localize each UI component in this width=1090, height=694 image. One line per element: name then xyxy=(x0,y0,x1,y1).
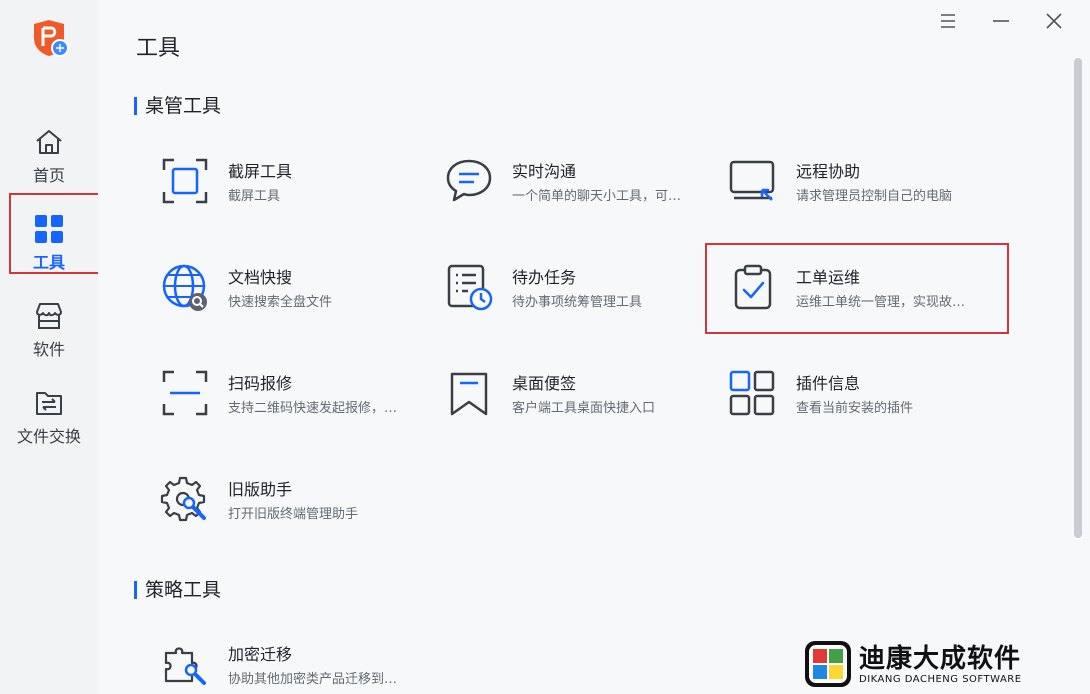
puzzle-wrench-icon xyxy=(164,647,206,685)
remote-assist-icon xyxy=(729,160,775,201)
sidebar-item-label: 首页 xyxy=(32,166,65,185)
tool-desktop-note[interactable]: 桌面便签 客户端工具桌面快捷入口 xyxy=(444,362,724,424)
menu-icon[interactable] xyxy=(936,9,960,33)
bookmark-icon xyxy=(450,372,488,416)
tool-name: 扫码报修 xyxy=(228,374,293,393)
tool-legacy-assistant[interactable]: 旧版助手 打开旧版终端管理助手 xyxy=(160,468,440,530)
scrollbar-thumb[interactable] xyxy=(1074,58,1082,538)
tool-desc: 快速搜索全盘文件 xyxy=(228,295,333,310)
section-title-desktop-tools: 桌管工具 xyxy=(134,97,221,116)
screenshot-icon xyxy=(162,158,208,204)
tool-name: 插件信息 xyxy=(796,374,861,393)
watermark-logo-icon xyxy=(805,641,851,687)
plugin-grid-icon xyxy=(729,370,775,416)
gear-wrench-icon xyxy=(160,476,206,522)
tool-doc-search[interactable]: 文档快搜 快速搜索全盘文件 xyxy=(160,256,440,318)
tool-work-order[interactable]: 工单运维 运维工单统一管理，实现故… xyxy=(728,256,1008,318)
sidebar-item-label: 文件交换 xyxy=(16,427,81,446)
tool-desc: 待办事项统筹管理工具 xyxy=(512,295,643,310)
close-icon[interactable] xyxy=(1042,9,1066,33)
scan-icon xyxy=(162,370,208,416)
tool-desc: 客户端工具桌面快捷入口 xyxy=(512,401,656,416)
clipboard-check-icon xyxy=(734,264,772,310)
home-icon xyxy=(36,130,62,154)
tool-name: 桌面便签 xyxy=(512,374,577,393)
tool-name: 工单运维 xyxy=(796,268,861,287)
todo-clock-icon xyxy=(447,264,493,311)
tool-name: 远程协助 xyxy=(796,162,861,181)
tool-name: 截屏工具 xyxy=(228,162,293,181)
tool-desc: 查看当前安装的插件 xyxy=(796,401,914,416)
tool-todo[interactable]: 待办任务 待办事项统筹管理工具 xyxy=(444,256,724,318)
sidebar-item-software[interactable]: 软件 xyxy=(0,294,98,366)
file-exchange-icon xyxy=(36,392,62,415)
tool-plugin-info[interactable]: 插件信息 查看当前安装的插件 xyxy=(728,362,1008,424)
tool-name: 加密迁移 xyxy=(228,645,293,664)
tool-desc: 截屏工具 xyxy=(228,189,281,204)
tool-desc: 请求管理员控制自己的电脑 xyxy=(796,189,953,204)
sidebar-item-file-exchange[interactable]: 文件交换 xyxy=(0,381,98,453)
tool-scan-repair[interactable]: 扫码报修 支持二维码快速发起报修，… xyxy=(160,362,440,424)
sidebar-item-label: 工具 xyxy=(32,253,65,272)
app-logo-icon xyxy=(34,20,69,57)
page-title: 工具 xyxy=(136,36,181,61)
tool-realtime-chat[interactable]: 实时沟通 一个简单的聊天小工具，可… xyxy=(444,150,724,212)
sidebar-item-home[interactable]: 首页 xyxy=(0,120,98,192)
watermark: 迪康大成软件 DIKANG DACHENG SOFTWARE xyxy=(803,636,1049,692)
tool-desc: 运维工单统一管理，实现故… xyxy=(796,295,966,310)
tool-screenshot[interactable]: 截屏工具 截屏工具 xyxy=(160,150,440,212)
grid-icon xyxy=(35,215,63,243)
tool-desc: 支持二维码快速发起报修，… xyxy=(228,401,398,416)
store-icon xyxy=(36,303,62,329)
minimize-icon[interactable] xyxy=(989,9,1013,33)
tool-encryption-migration[interactable]: 加密迁移 协助其他加密类产品迁移到… xyxy=(160,633,440,694)
tool-desc: 协助其他加密类产品迁移到… xyxy=(228,672,398,687)
chat-icon xyxy=(446,159,492,202)
tool-name: 待办任务 xyxy=(512,268,577,287)
sidebar: 首页 工具 软件 文件交换 xyxy=(0,0,98,694)
section-title-policy-tools: 策略工具 xyxy=(134,581,221,600)
tool-name: 实时沟通 xyxy=(512,162,577,181)
tool-desc: 打开旧版终端管理助手 xyxy=(228,507,359,522)
watermark-en-text: DIKANG DACHENG SOFTWARE xyxy=(859,673,1022,685)
tool-name: 文档快搜 xyxy=(228,268,293,287)
sidebar-item-tools[interactable]: 工具 xyxy=(0,207,98,279)
tool-name: 旧版助手 xyxy=(228,480,293,499)
watermark-cn-text: 迪康大成软件 xyxy=(859,643,1022,674)
globe-search-icon xyxy=(162,264,207,311)
tool-remote-assist[interactable]: 远程协助 请求管理员控制自己的电脑 xyxy=(728,150,1008,212)
sidebar-item-label: 软件 xyxy=(32,340,65,359)
main-panel: 工具 桌管工具 截屏工具 截屏工具 实时沟通 一个简单的聊天小工具，可… 远程协… xyxy=(98,0,1074,694)
tool-desc: 一个简单的聊天小工具，可… xyxy=(512,189,682,204)
